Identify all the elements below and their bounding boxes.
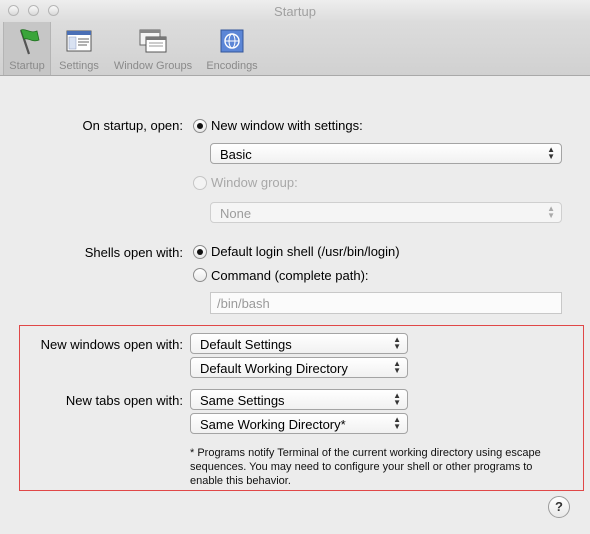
globe-encodings-icon <box>220 29 244 53</box>
chevron-up-down-icon: ▲ ▼ <box>393 415 401 431</box>
new-tabs-label: New tabs open with: <box>65 393 183 408</box>
window-groups-icon <box>139 29 167 53</box>
new-windows-settings-select[interactable]: Default Settings ▲ ▼ <box>190 333 408 354</box>
tab-settings-label: Settings <box>59 60 99 72</box>
new-windows-directory-value: Default Working Directory <box>200 361 348 376</box>
new-window-settings-value: Basic <box>220 147 252 162</box>
chevron-up-down-icon: ▲ ▼ <box>547 145 555 161</box>
new-tabs-settings-select[interactable]: Same Settings ▲ ▼ <box>190 389 408 410</box>
new-windows-directory-select[interactable]: Default Working Directory ▲ ▼ <box>190 357 408 378</box>
preferences-toolbar: Startup Settings Window Groups Encodings <box>0 22 590 76</box>
shells-label: Shells open with: <box>84 245 183 260</box>
window-title: Startup <box>274 4 316 19</box>
new-windows-label: New windows open with: <box>40 337 183 352</box>
help-button[interactable]: ? <box>548 496 570 518</box>
new-tabs-directory-select[interactable]: Same Working Directory* ▲ ▼ <box>190 413 408 434</box>
working-directory-footnote: * Programs notify Terminal of the curren… <box>190 447 541 487</box>
window-group-radio-label: Window group: <box>211 175 298 190</box>
title-bar: Startup <box>0 0 590 22</box>
tab-settings[interactable]: Settings <box>55 22 103 75</box>
startup-label: On startup, open: <box>82 118 183 133</box>
new-tabs-directory-value: Same Working Directory* <box>200 417 346 432</box>
window-group-select[interactable]: None ▲ ▼ <box>210 202 562 223</box>
command-path-input[interactable] <box>211 293 561 313</box>
tab-startup-label: Startup <box>9 60 45 72</box>
new-window-radio[interactable] <box>193 119 207 133</box>
new-window-radio-label: New window with settings: <box>211 118 363 133</box>
command-path-field[interactable] <box>210 292 562 314</box>
tab-window-groups[interactable]: Window Groups <box>108 22 198 75</box>
chevron-up-down-icon: ▲ ▼ <box>547 204 555 220</box>
green-flag-icon <box>19 29 40 55</box>
default-login-shell-label: Default login shell (/usr/bin/login) <box>211 244 400 259</box>
tab-encodings-label: Encodings <box>206 60 258 72</box>
default-login-shell-radio[interactable] <box>193 245 207 259</box>
preferences-window: Startup Startup Settings Window Groups E… <box>0 0 590 534</box>
window-group-value: None <box>220 206 252 221</box>
tab-window-groups-label: Window Groups <box>113 60 193 72</box>
command-radio[interactable] <box>193 268 207 282</box>
new-window-settings-select[interactable]: Basic ▲ ▼ <box>210 143 562 164</box>
tab-startup[interactable]: Startup <box>3 22 51 75</box>
chevron-up-down-icon: ▲ ▼ <box>393 359 401 375</box>
new-tabs-settings-value: Same Settings <box>200 393 285 408</box>
new-windows-settings-value: Default Settings <box>200 337 292 352</box>
window-group-radio[interactable] <box>193 176 207 190</box>
settings-icon <box>66 30 92 52</box>
tab-encodings[interactable]: Encodings <box>202 22 262 75</box>
chevron-up-down-icon: ▲ ▼ <box>393 391 401 407</box>
command-radio-label: Command (complete path): <box>211 268 369 283</box>
chevron-up-down-icon: ▲ ▼ <box>393 335 401 351</box>
